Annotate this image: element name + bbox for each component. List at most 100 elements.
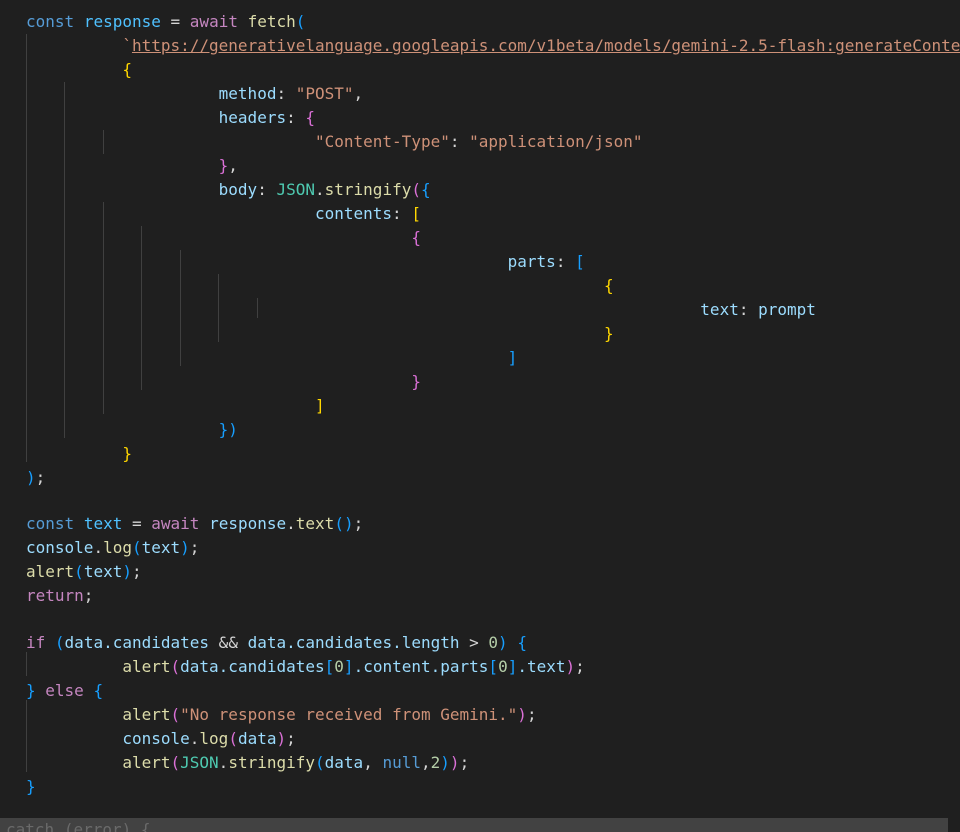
punctuation-token: : [286,108,296,127]
keyword-token: const [26,514,75,533]
code-line[interactable]: }) [26,418,238,442]
code-line[interactable]: } else { [26,679,103,703]
variable-token: data [324,753,364,772]
punctuation-token: . [286,514,296,533]
code-line[interactable]: parts: [ [26,250,585,274]
function-token: text [295,514,335,533]
bracket-token: ) [440,753,450,772]
code-line[interactable]: ] [26,394,325,418]
bracket-token: ) [449,753,460,772]
variable-token: error [73,820,122,832]
code-line[interactable]: } [26,775,36,799]
punctuation-token: , [363,753,373,772]
property-token: headers [218,108,287,127]
bracket-token: ) [276,729,287,748]
code-line[interactable]: "Content-Type": "application/json" [26,130,643,154]
punctuation-token: ; [459,753,470,772]
code-line[interactable]: { [26,274,614,298]
bracket-token: ( [411,180,421,199]
bracket-token: } [26,681,36,700]
code-line[interactable]: const response = await fetch( [26,10,305,34]
bracket-token: } [218,156,229,175]
code-editor[interactable]: const response = await fetch( `https://g… [0,0,960,832]
code-line[interactable]: headers: { [26,106,315,130]
bracket-token: ( [54,633,65,652]
punctuation-token: , [228,156,238,175]
punctuation-token: : [738,300,749,319]
variable-token: prompt [758,300,816,319]
bracket-token: { [140,820,151,832]
function-token: alert [122,753,171,772]
object-token: JSON [180,753,219,772]
code-line[interactable]: return; [26,584,93,608]
bracket-token: { [517,633,527,652]
function-token: log [199,729,229,748]
operator-token: = [170,12,181,31]
bracket-token: ) [26,468,36,487]
url-link[interactable]: https://generativelanguage.googleapis.co… [132,36,960,55]
code-line[interactable]: { [26,226,421,250]
code-line[interactable]: if (data.candidates && data.candidates.l… [26,631,527,655]
code-line-partial[interactable]: catch (error) { [6,818,151,832]
punctuation-token: ; [526,705,537,724]
string-token: "No response received from Gemini." [180,705,518,724]
code-line[interactable]: const text = await response.text(); [26,512,363,536]
code-line[interactable]: console.log(data); [26,727,296,751]
variable-token: console [26,538,94,557]
punctuation-token: ; [286,729,296,748]
keyword-token: await [151,514,200,533]
code-line[interactable]: method: "POST", [26,82,364,106]
variable-token: data [237,729,277,748]
code-line[interactable]: alert("No response received from Gemini.… [26,703,537,727]
variable-token: console [122,729,190,748]
punctuation-token: , [353,84,364,103]
bracket-token: } [411,372,421,391]
bracket-token: { [122,60,132,79]
property-token: text [700,300,739,319]
operator-token: && [209,633,248,652]
code-line[interactable]: alert(text); [26,560,142,584]
bracket-token: [ [411,204,421,223]
function-token: log [103,538,132,557]
keyword-token: else [45,681,84,700]
code-line[interactable]: } [26,322,614,346]
code-line[interactable]: console.log(text); [26,536,199,560]
function-token: stringify [324,180,412,199]
bracket-token: } [603,324,614,343]
bracket-token: ( [295,12,306,31]
keyword-token: null [382,753,421,772]
punctuation-token: ; [131,562,142,581]
code-line[interactable]: ] [26,346,518,370]
code-line[interactable]: }, [26,154,238,178]
code-line[interactable]: ); [26,466,45,490]
function-token: alert [122,705,171,724]
code-line[interactable]: body: JSON.stringify({ [26,178,431,202]
punctuation-token: : [257,180,267,199]
code-line[interactable]: `https://generativelanguage.googleapis.c… [26,34,960,58]
string-token: "POST" [295,84,354,103]
code-line[interactable]: text: prompt [26,298,816,322]
code-line[interactable]: alert(JSON.stringify(data, null,2)); [26,751,469,775]
bracket-token: ] [507,657,518,676]
code-line[interactable]: contents: [ [26,202,421,226]
function-token: alert [26,562,75,581]
property-token: method [218,84,277,103]
punctuation-token: , [421,753,431,772]
string-token: ` [122,36,132,55]
operator-token: = [131,514,142,533]
variable-token: response [83,12,161,31]
punctuation-token: : [276,84,287,103]
bracket-token: ( [63,820,74,832]
variable-token: text [83,514,123,533]
function-token: fetch [247,12,296,31]
code-line[interactable]: alert(data.candidates[0].content.parts[0… [26,655,584,679]
bracket-token: ) [122,562,132,581]
property-token: body [218,180,258,199]
code-line[interactable]: } [26,370,421,394]
number-token: 0 [334,657,344,676]
code-line[interactable]: } [26,442,132,466]
variable-token: data.candidates [180,657,325,676]
variable-token: response [209,514,287,533]
code-line[interactable]: { [26,58,132,82]
bracket-token: ( [170,705,181,724]
